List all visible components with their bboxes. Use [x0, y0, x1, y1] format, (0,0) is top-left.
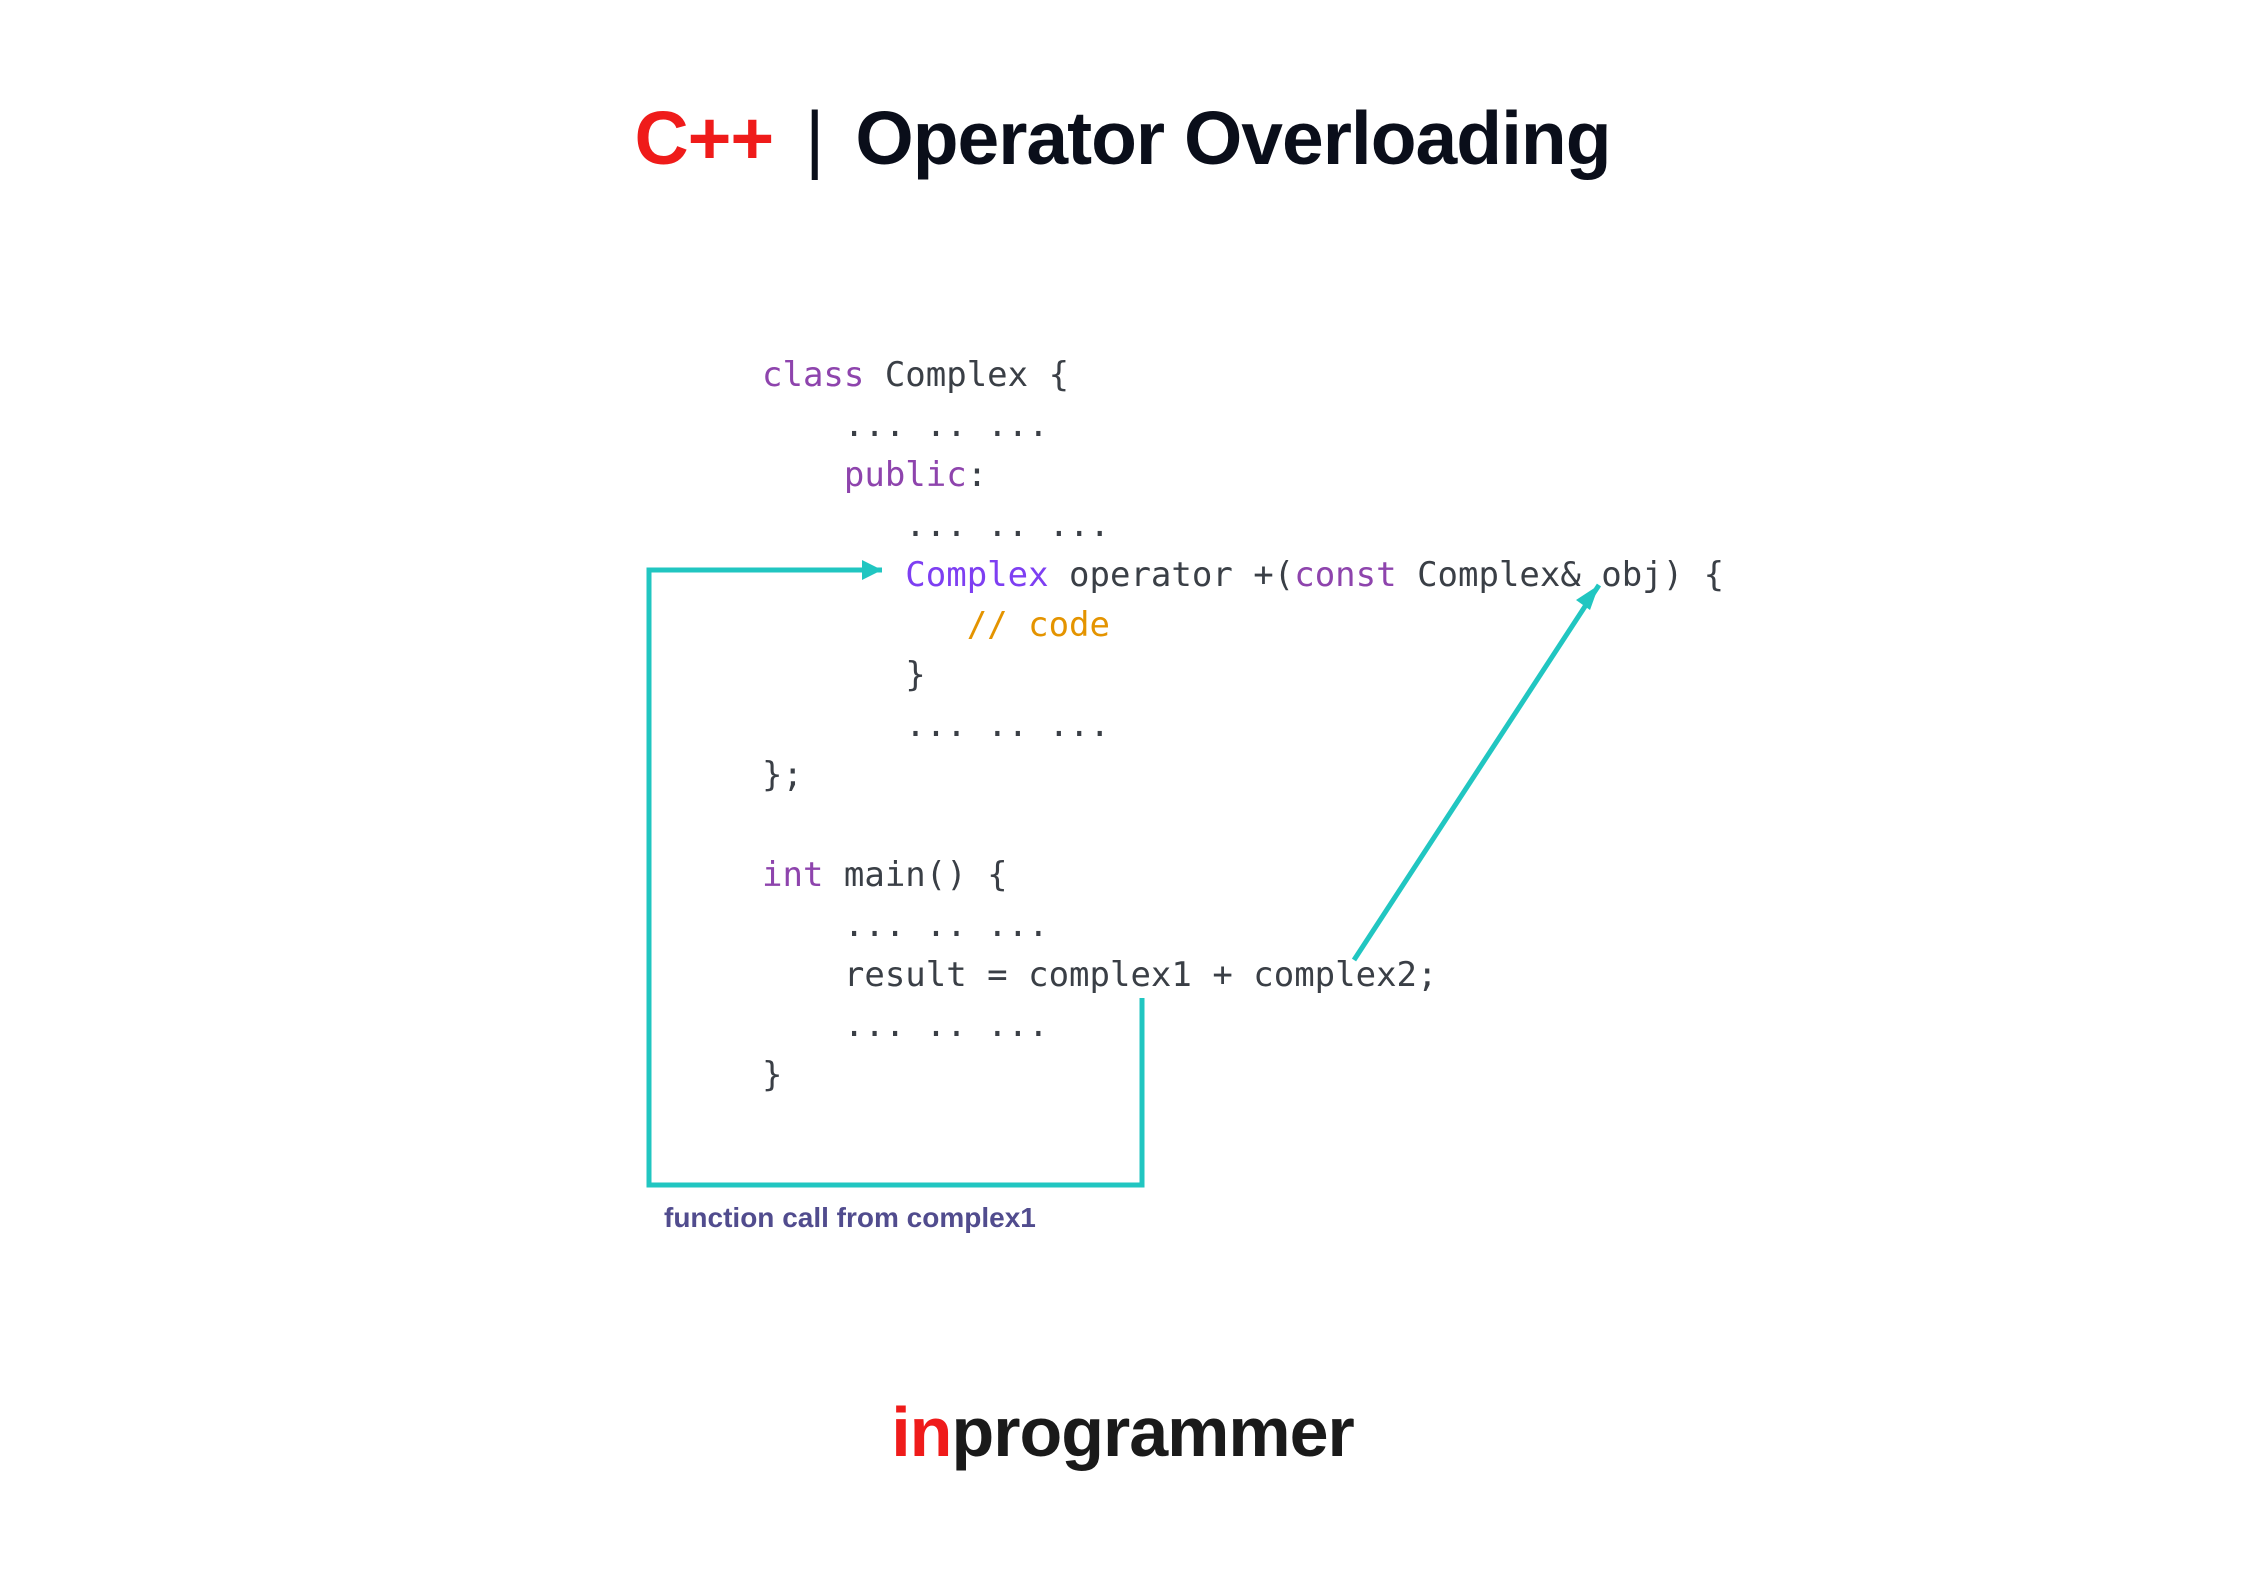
kw-const: const [1294, 555, 1396, 595]
tok: : [967, 455, 987, 495]
ellipsis: ... .. ... [762, 405, 1049, 445]
title-separator: | [805, 96, 823, 180]
diagram-caption: function call from complex1 [664, 1202, 1036, 1234]
page-title: C++ | Operator Overloading [0, 95, 2245, 181]
tok: } [762, 1055, 782, 1095]
ellipsis: ... .. ... [762, 905, 1049, 945]
ellipsis: ... .. ... [762, 505, 1110, 545]
type-complex: Complex [762, 555, 1069, 595]
kw-int: int [762, 855, 823, 895]
tok: } [762, 655, 926, 695]
kw-operator: operator [1069, 555, 1233, 595]
footer-logo: inprogrammer [0, 1392, 2245, 1472]
ellipsis: ... .. ... [762, 705, 1110, 745]
kw-class: class [762, 355, 864, 395]
tok-result-line: result = complex1 + complex2; [762, 955, 1438, 995]
logo-rest: programmer [951, 1393, 1353, 1471]
tok: main() { [823, 855, 1007, 895]
title-subject: Operator Overloading [855, 96, 1610, 180]
logo-in: in [891, 1393, 951, 1471]
code-block: class Complex { ... .. ... public: ... .… [762, 350, 1724, 1100]
tok: +( [1233, 555, 1294, 595]
tok: Complex& obj) { [1397, 555, 1725, 595]
tok: Complex { [864, 355, 1069, 395]
title-language: C++ [634, 96, 773, 180]
tok: }; [762, 755, 803, 795]
comment: // code [762, 605, 1110, 645]
ellipsis: ... .. ... [762, 1005, 1049, 1045]
kw-public: public [762, 455, 967, 495]
page-header: C++ | Operator Overloading [0, 95, 2245, 181]
